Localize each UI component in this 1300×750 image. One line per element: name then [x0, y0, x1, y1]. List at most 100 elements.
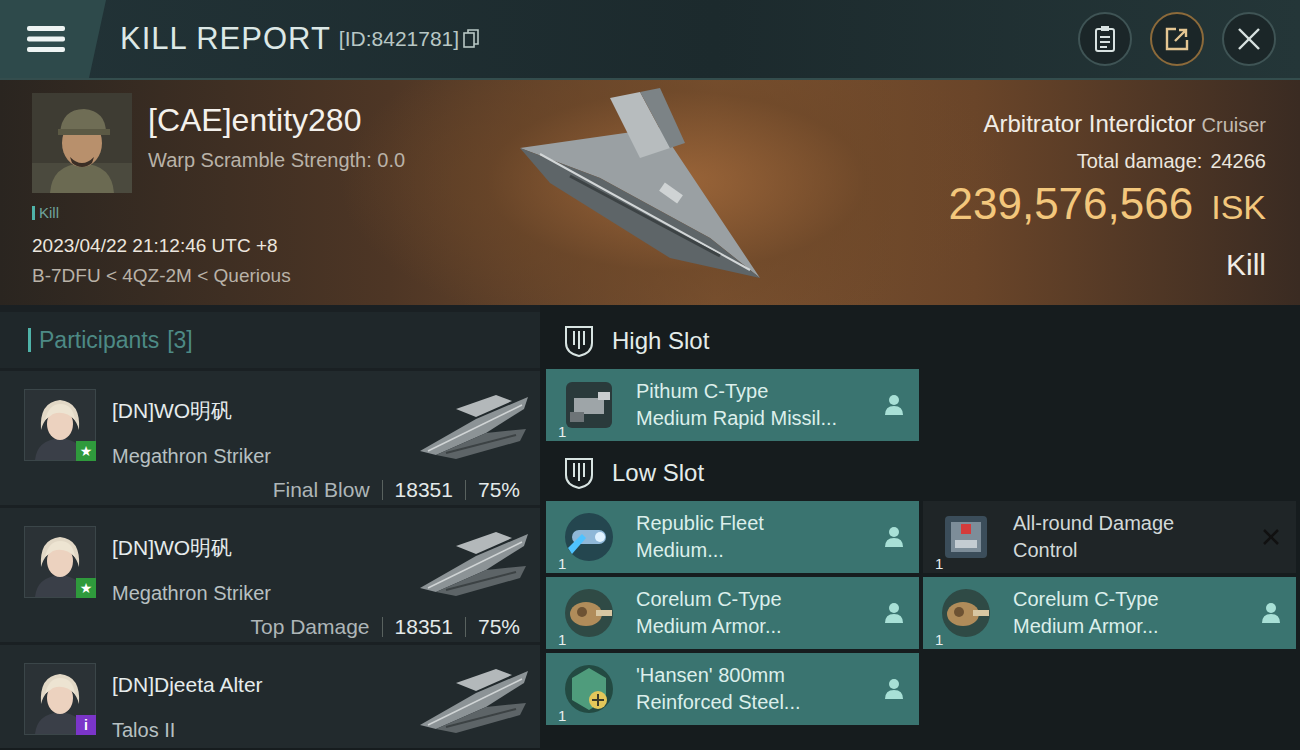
menu-button[interactable]	[0, 0, 106, 78]
participant-ship-icon	[416, 663, 532, 745]
damage-label: Total damage:	[1077, 150, 1203, 172]
pilot-badge: ★	[76, 441, 96, 461]
victim-summary: Arbitrator Interdictor Cruiser Total damag…	[949, 80, 1300, 305]
participant-ship-icon	[416, 389, 532, 471]
pilot-icon	[883, 677, 905, 701]
menu-icon	[27, 24, 65, 54]
module-name-line: Medium Rapid Missil...	[636, 405, 837, 432]
participant-portrait: ★	[24, 526, 96, 598]
module-quantity: 1	[558, 556, 566, 571]
module-card[interactable]: 1 All-round DamageControl	[923, 501, 1296, 573]
victim-ship: Arbitrator Interdictor Cruiser	[949, 106, 1267, 142]
module-hardener-icon	[560, 508, 618, 566]
module-name-line: Pithum C-Type	[636, 378, 837, 405]
pilot-icon	[1260, 601, 1282, 625]
module-name-line: Reinforced Steel...	[636, 689, 801, 716]
kill-tag: Kill	[32, 203, 480, 223]
participant-text: [DN]Djeeta Alter Talos II	[112, 663, 263, 745]
isk-value: 239,576,566ISK	[949, 180, 1267, 228]
slot-title: Low Slot	[612, 455, 704, 491]
participant-portrait: i	[24, 663, 96, 735]
participant-share: 75%	[478, 474, 520, 506]
toolbar	[1078, 12, 1276, 66]
module-name-line: Republic Fleet	[636, 510, 764, 537]
module-card[interactable]: 1Corelum C-TypeMedium Armor...	[546, 577, 919, 649]
isk-amount: 239,576,566	[949, 179, 1194, 228]
module-quantity: 1	[935, 632, 943, 647]
tag-bar-icon	[32, 206, 35, 220]
participant-ship: Talos II	[112, 715, 263, 745]
participant-row[interactable]: ★[DN]WO明矾Megathron StrikerFinal Blow1835…	[0, 371, 540, 505]
module-card[interactable]: 1 Republic FleetMedium...	[546, 501, 919, 573]
participants-panel: Participants[3] ★ [DN]WO明矾 Megathron Strike…	[0, 305, 540, 748]
participants-header: Participants[3]	[0, 312, 540, 368]
participant-main: i [DN]Djeeta Alter Talos II	[24, 663, 532, 745]
module-name-line: Medium Armor...	[636, 613, 782, 640]
pilot-badge: ★	[76, 578, 96, 598]
module-grid: 1 Republic FleetMedium... 1 All-round Damag…	[546, 501, 1297, 725]
share-icon	[1164, 26, 1190, 52]
module-card[interactable]: 1'Hansen' 800mmReinforced Steel...	[546, 653, 919, 725]
clipboard-button[interactable]	[1078, 12, 1132, 66]
module-repairer-icon	[560, 584, 618, 642]
participant-name: [DN]WO明矾	[112, 532, 271, 564]
participant-main: ★ [DN]WO明矾 Megathron Striker	[24, 526, 532, 608]
close-icon	[1236, 26, 1262, 52]
module-card[interactable]: 1 Corelum C-TypeMedium Armor...	[923, 577, 1296, 649]
module-name-line: Medium Armor...	[1013, 613, 1159, 640]
report-body: Participants[3] ★ [DN]WO明矾 Megathron Strike…	[0, 305, 1300, 748]
ship-class: Cruiser	[1202, 114, 1266, 136]
participant-damage: 18351	[395, 474, 453, 506]
kill-time: 2023/04/22 21:12:46 UTC +8	[32, 235, 480, 257]
module-name-line: Medium...	[636, 537, 764, 564]
participant-row[interactable]: ★ [DN]WO明矾 Megathron Striker Top Damage1835…	[0, 508, 540, 642]
module-card[interactable]: 1 Pithum C-TypeMedium Rapid Missil...	[546, 369, 919, 441]
participant-damage: 18351	[395, 611, 453, 643]
participant-text: [DN]WO明矾 Megathron Striker	[112, 526, 271, 608]
pilot-icon	[883, 393, 905, 417]
participant-main: ★[DN]WO明矾Megathron Striker	[24, 389, 532, 471]
victim-banner: [CAE]entity280Warp Scramble Strength: 0.…	[0, 80, 1300, 305]
module-grid: 1 Pithum C-TypeMedium Rapid Missil...	[546, 369, 1297, 441]
fitting-panel: High Slot 1 Pithum C-TypeMedium Rapid Miss…	[546, 305, 1300, 748]
participant-name: [DN]Djeeta Alter	[112, 669, 263, 701]
module-name: Pithum C-TypeMedium Rapid Missil...	[636, 378, 837, 432]
share-button[interactable]	[1150, 12, 1204, 66]
slot-header: High Slot	[546, 317, 1297, 365]
participant-stats: Top Damage1835175%	[24, 612, 532, 643]
victim-name-block: [CAE]entity280Warp Scramble Strength: 0.…	[148, 93, 405, 193]
participant-row[interactable]: i [DN]Djeeta Alter Talos II	[0, 645, 540, 748]
report-id: [ID:8421781]	[339, 23, 459, 55]
module-quantity: 1	[935, 556, 943, 571]
ship-name: Arbitrator Interdictor	[983, 110, 1195, 137]
ship-icon	[510, 88, 770, 288]
kill-location: B-7DFU < 4QZ-2M < Querious	[32, 265, 480, 287]
module-name: All-round DamageControl	[1013, 510, 1174, 564]
header-bar-icon	[28, 328, 31, 352]
copy-icon[interactable]	[463, 29, 479, 49]
module-name: Corelum C-TypeMedium Armor...	[636, 586, 782, 640]
slot-icon	[562, 323, 596, 359]
divider	[382, 480, 383, 500]
window-title: KILL REPORT	[120, 16, 331, 63]
top-bar: KILL REPORT[ID:8421781]	[0, 0, 1300, 80]
victim-portrait-icon	[32, 93, 132, 193]
module-name: 'Hansen' 800mmReinforced Steel...	[636, 662, 801, 716]
participant-name: [DN]WO明矾	[112, 395, 271, 427]
divider	[465, 480, 466, 500]
close-button[interactable]	[1222, 12, 1276, 66]
module-launcher-icon	[560, 376, 618, 434]
victim-name: [CAE]entity280	[148, 101, 405, 139]
slot-header: Low Slot	[546, 449, 1297, 497]
module-quantity: 1	[558, 424, 566, 439]
module-name-line: 'Hansen' 800mm	[636, 662, 801, 689]
participants-title: Participants	[39, 323, 159, 358]
slot-title: High Slot	[612, 323, 709, 359]
module-name: Corelum C-TypeMedium Armor...	[1013, 586, 1159, 640]
total-damage: Total damage:24266	[949, 146, 1267, 176]
participant-ship: Megathron Striker	[112, 578, 271, 608]
victim-info: [CAE]entity280Warp Scramble Strength: 0.…	[0, 80, 480, 305]
module-name: Republic FleetMedium...	[636, 510, 764, 564]
module-plate-icon	[560, 660, 618, 718]
participant-ship-icon	[416, 526, 532, 608]
